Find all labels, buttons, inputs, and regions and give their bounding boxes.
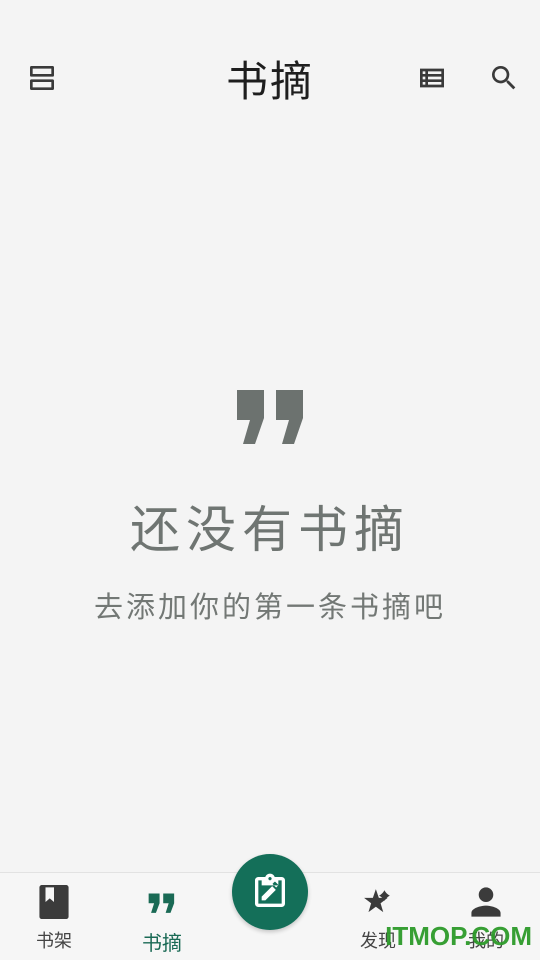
book-icon bbox=[0, 873, 108, 925]
nav-label-excerpts: 书摘 bbox=[142, 931, 182, 955]
empty-state-subtitle: 去添加你的第一条书摘吧 bbox=[93, 590, 446, 624]
list-view-icon[interactable] bbox=[408, 54, 456, 102]
nav-item-excerpts[interactable]: 书摘 bbox=[108, 873, 216, 960]
empty-state-title: 还没有书摘 bbox=[130, 501, 410, 559]
person-icon bbox=[432, 873, 540, 925]
nav-label-bookshelf: 书架 bbox=[36, 931, 72, 952]
empty-state: 还没有书摘 去添加你的第一条书摘吧 bbox=[0, 390, 540, 626]
auto-awesome-icon bbox=[324, 873, 432, 925]
watermark-logo: ITMOP.COM bbox=[385, 921, 532, 951]
nav-item-bookshelf[interactable]: 书架 bbox=[0, 873, 108, 960]
page-title: 书摘 bbox=[225, 57, 314, 106]
add-excerpt-button[interactable] bbox=[232, 854, 308, 930]
format-quote-icon bbox=[237, 390, 303, 446]
app-root: 书摘 还没有书摘 去添加你的第一条书摘吧 书架 书摘 发现 我的 ITMOP.C… bbox=[0, 0, 540, 960]
format-quote-icon bbox=[108, 873, 216, 925]
search-icon[interactable] bbox=[480, 54, 528, 102]
top-app-bar: 书摘 bbox=[0, 0, 540, 150]
edit-note-icon bbox=[255, 873, 285, 907]
